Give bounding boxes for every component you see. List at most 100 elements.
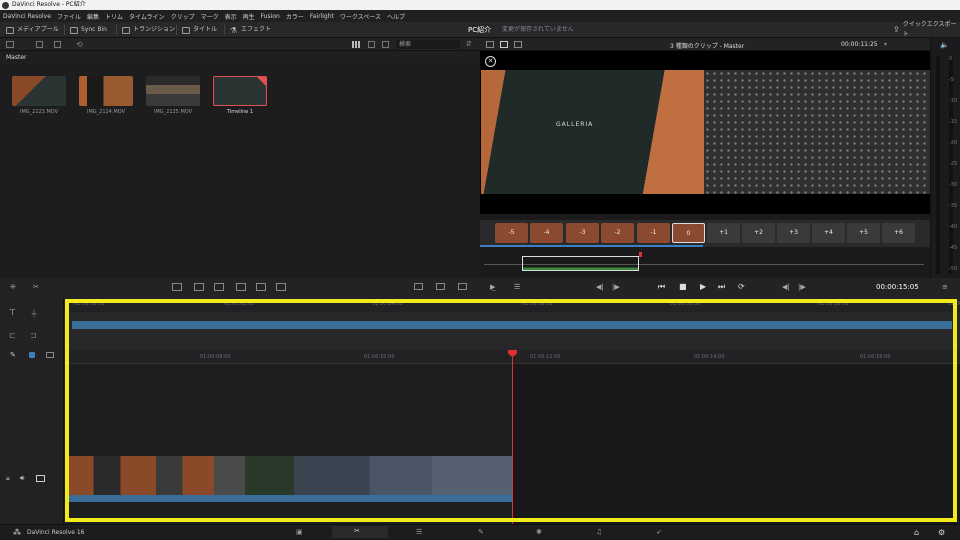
sort-icon[interactable]: ⇵: [466, 40, 472, 48]
search-field[interactable]: 検索: [396, 40, 460, 49]
settings-gear-icon[interactable]: ⚙: [938, 528, 945, 537]
full-screen-icon[interactable]: [414, 283, 423, 290]
match-frame-icon[interactable]: ▶̲: [490, 283, 495, 291]
menu-view[interactable]: 表示: [225, 12, 237, 21]
play-icon[interactable]: ▶: [700, 282, 706, 291]
frame-thumb-current[interactable]: 0: [672, 223, 705, 243]
titles-button[interactable]: タイトル: [182, 25, 217, 35]
color-page-icon[interactable]: ✺: [536, 528, 542, 536]
menu-workspace[interactable]: ワークスペース: [340, 12, 381, 21]
effects-button[interactable]: ⚗ エフェクト: [230, 25, 271, 35]
skip-forward-icon[interactable]: ⏭: [718, 282, 725, 292]
speaker-icon[interactable]: 🔈: [940, 41, 949, 49]
append-icon[interactable]: [194, 283, 204, 291]
frame-thumb[interactable]: -5: [495, 223, 528, 243]
cinema-mode-icon[interactable]: [458, 283, 467, 290]
viewer-options-icon[interactable]: ▾: [884, 41, 887, 48]
razor-icon[interactable]: ✂: [33, 283, 39, 291]
frame-thumb[interactable]: -1: [637, 223, 670, 243]
timeline-thumbnail: [213, 76, 267, 106]
menu-fairlight[interactable]: Fairlight: [310, 13, 334, 20]
snap-icon[interactable]: ⏚: [30, 308, 38, 319]
menu-help[interactable]: ヘルプ: [387, 12, 405, 21]
overview-playhead-icon[interactable]: [639, 252, 642, 257]
frame-thumb[interactable]: +3: [777, 223, 810, 243]
frame-thumb[interactable]: +5: [847, 223, 880, 243]
quick-export-label: クイックエクスポート: [902, 21, 957, 38]
viewer-layout-icon[interactable]: [436, 283, 445, 290]
frame-thumb[interactable]: +1: [707, 223, 740, 243]
position-lock-icon[interactable]: ⊐: [30, 331, 37, 340]
clip-item[interactable]: IMG_2125.MOV: [146, 76, 200, 118]
media-pool-button[interactable]: メディアプール: [6, 25, 59, 35]
menu-edit[interactable]: 編集: [87, 12, 99, 21]
ripple-overwrite-icon[interactable]: [214, 283, 224, 291]
menu-playback[interactable]: 再生: [243, 12, 255, 21]
track-video-icon[interactable]: [36, 475, 45, 482]
cut-page-tab[interactable]: ✂: [332, 526, 388, 538]
sidebar-toggle-icon[interactable]: [6, 41, 14, 48]
link-icon[interactable]: ⊏: [9, 331, 16, 340]
sync-icon[interactable]: ⟲: [76, 40, 83, 49]
close-icon[interactable]: ✕: [485, 56, 496, 67]
menu-fusion[interactable]: Fusion: [261, 13, 280, 20]
timeline-name: Timeline 1: [226, 109, 254, 115]
menu-davinci[interactable]: DaVinci Resolve: [3, 13, 51, 20]
frame-thumb[interactable]: -2: [601, 223, 634, 243]
in-out-range[interactable]: [522, 256, 639, 271]
menu-mark[interactable]: マーク: [201, 12, 219, 21]
fairlight-page-icon[interactable]: ♫: [596, 528, 602, 536]
loop-icon[interactable]: ⟳: [738, 282, 745, 291]
frame-thumb[interactable]: +4: [812, 223, 845, 243]
stop-icon[interactable]: ■: [679, 282, 687, 291]
transitions-button[interactable]: トランジション: [122, 25, 175, 35]
timeline-item[interactable]: Timeline 1: [213, 76, 267, 118]
deliver-page-icon[interactable]: ➶: [656, 528, 662, 536]
next-frame-icon[interactable]: |▶: [612, 283, 620, 291]
bin-list-icon[interactable]: [54, 41, 61, 48]
marker-icon[interactable]: [46, 352, 54, 358]
track-audio-icon[interactable]: 🔊︎: [20, 474, 24, 483]
mark-out-icon[interactable]: |▶: [798, 283, 806, 291]
edit-page-icon[interactable]: ☰: [416, 528, 422, 536]
frame-thumb[interactable]: +2: [742, 223, 775, 243]
close-up-icon[interactable]: [236, 283, 246, 291]
flag-icon[interactable]: [29, 352, 35, 358]
clip-item[interactable]: IMG_2124.MOV: [79, 76, 133, 118]
frame-thumb[interactable]: -3: [566, 223, 599, 243]
home-icon[interactable]: ⌂: [914, 528, 919, 537]
clip-item[interactable]: IMG_2123.MOV: [12, 76, 66, 118]
timeline-viewer-icon[interactable]: [514, 41, 522, 48]
sync-bin-button[interactable]: Sync Bin: [70, 25, 107, 35]
quick-export-button[interactable]: ⇪ クイックエクスポート: [893, 21, 960, 38]
list-view-icon[interactable]: [368, 41, 375, 48]
menu-trim[interactable]: トリム: [105, 12, 123, 21]
frame-thumb[interactable]: +6: [882, 223, 915, 243]
menu-timeline[interactable]: タイムライン: [129, 12, 165, 21]
audio-waveform-overview[interactable]: [480, 252, 930, 276]
viewer-mode-icon[interactable]: [486, 41, 494, 48]
smart-insert-icon[interactable]: [172, 283, 182, 291]
skip-back-icon[interactable]: ⏮: [658, 282, 665, 292]
options-icon[interactable]: ☰: [514, 283, 520, 291]
media-page-icon[interactable]: ▣: [296, 528, 303, 536]
sync-clips-icon[interactable]: ⁜: [10, 283, 16, 291]
viewer-canvas[interactable]: GALLERIA ✕: [480, 51, 930, 214]
source-overwrite-icon[interactable]: [276, 283, 286, 291]
menu-file[interactable]: ファイル: [57, 12, 81, 21]
frame-thumb[interactable]: -4: [530, 223, 563, 243]
trim-tool-icon[interactable]: ⊤: [9, 308, 16, 317]
new-bin-icon[interactable]: [36, 41, 43, 48]
menu-clip[interactable]: クリップ: [171, 12, 195, 21]
fusion-page-icon[interactable]: ✎: [478, 528, 484, 536]
metadata-view-icon[interactable]: [382, 41, 389, 48]
prev-frame-icon[interactable]: ◀|: [596, 283, 604, 291]
track-lock-icon[interactable]: 🔒︎: [6, 474, 10, 483]
thumbnail-view-icon[interactable]: [352, 41, 360, 48]
place-on-top-icon[interactable]: [256, 283, 266, 291]
menu-icon[interactable]: ≡: [942, 283, 948, 291]
menu-color[interactable]: カラー: [286, 12, 304, 21]
mark-in-icon[interactable]: ◀|: [782, 283, 790, 291]
blade-icon[interactable]: ✎: [10, 351, 16, 359]
source-viewer-icon[interactable]: [500, 41, 508, 48]
